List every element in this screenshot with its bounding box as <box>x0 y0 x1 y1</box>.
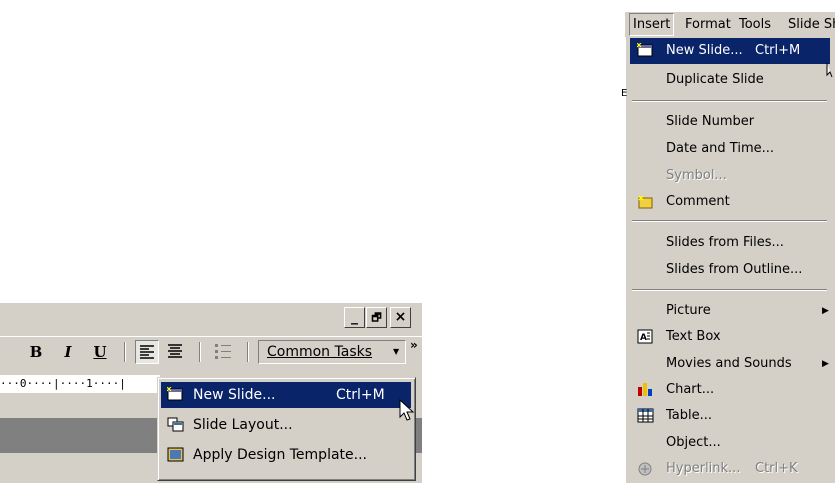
design-template-icon <box>167 447 184 462</box>
menu-item-date-and-time[interactable]: Date and Time... <box>630 136 830 162</box>
italic-button[interactable]: I <box>58 341 78 363</box>
menu-item-new-slide[interactable]: New Slide... Ctrl+M <box>630 38 830 64</box>
align-left-icon <box>140 345 154 359</box>
menu-item-slides-from-outline[interactable]: Slides from Outline... <box>630 257 830 283</box>
toolbar-separator <box>247 342 249 362</box>
close-button[interactable]: × <box>390 307 411 328</box>
background-text-fragment: E <box>621 88 628 99</box>
menu-item-movies-and-sounds[interactable]: Movies and Sounds ▶ <box>630 351 830 377</box>
menu-item-text-box[interactable]: A Text Box <box>630 324 830 350</box>
table-icon <box>637 408 654 423</box>
menu-item-slides-from-files[interactable]: Slides from Files... <box>630 230 830 256</box>
shortcut-label: Ctrl+M <box>336 387 385 403</box>
menu-item-label: Picture <box>666 303 711 318</box>
menu-item-chart[interactable]: Chart... <box>630 377 830 403</box>
menu-item-new-slide[interactable]: New Slide... Ctrl+M <box>161 382 411 408</box>
underline-button[interactable]: U <box>90 341 110 363</box>
toolbar-separator <box>199 342 201 362</box>
bullets-icon <box>215 344 231 359</box>
restore-button[interactable]: 🗗 <box>366 307 387 328</box>
menu-item-label: Date and Time... <box>666 141 775 156</box>
new-slide-icon <box>637 43 653 57</box>
formatting-toolbar: B I U Common Tasks ▼ » <box>0 336 422 367</box>
menu-item-label: Slides from Outline... <box>666 262 803 277</box>
menu-item-label: Slide Layout... <box>193 417 293 433</box>
window-caption-bar: _ 🗗 × <box>0 303 422 334</box>
center-button[interactable] <box>164 340 188 364</box>
chart-icon <box>638 383 652 396</box>
menu-item-label: New Slide... <box>666 43 743 58</box>
menu-item-apply-design-template[interactable]: Apply Design Template... <box>161 442 411 468</box>
common-tasks-label: Common Tasks <box>267 344 373 360</box>
bold-button[interactable]: B <box>26 341 46 363</box>
hyperlink-icon <box>638 462 652 476</box>
close-icon: × <box>394 309 407 325</box>
mouse-cursor-icon <box>826 63 833 78</box>
menu-item-label: Table... <box>666 408 713 423</box>
minimize-icon: _ <box>351 309 358 325</box>
restore-icon: 🗗 <box>371 311 382 324</box>
insert-menu: New Slide... Ctrl+M Duplicate Slide Slid… <box>625 37 835 483</box>
menu-item-comment[interactable]: Comment <box>630 189 830 215</box>
align-left-button[interactable] <box>135 340 159 364</box>
menu-item-slide-layout[interactable]: Slide Layout... <box>161 412 411 438</box>
menu-separator <box>632 220 827 222</box>
new-slide-icon <box>167 387 183 401</box>
common-tasks-menu: New Slide... Ctrl+M Slide Layout... Appl… <box>157 377 416 481</box>
menu-item-label: Comment <box>666 194 730 209</box>
menu-insert[interactable]: Insert <box>629 13 675 36</box>
toolbar-separator <box>124 342 126 362</box>
horizontal-ruler: ···0····|····1····| <box>0 375 160 393</box>
svg-text:A: A <box>640 333 647 343</box>
text-box-icon: A <box>637 329 653 344</box>
bullets-button[interactable] <box>212 340 236 364</box>
menu-item-label: Duplicate Slide <box>666 72 764 87</box>
menu-item-label: Symbol... <box>666 168 727 183</box>
menu-item-label: Movies and Sounds <box>666 356 792 371</box>
shortcut-label: Ctrl+K <box>755 461 798 476</box>
menu-item-hyperlink[interactable]: Hyperlink... Ctrl+K <box>630 456 830 482</box>
mouse-cursor-icon <box>399 399 415 421</box>
menu-item-picture[interactable]: Picture ▶ <box>630 298 830 324</box>
menu-tools[interactable]: Tools <box>739 12 771 37</box>
menu-item-label: Hyperlink... <box>666 461 741 476</box>
menu-item-object[interactable]: Object... <box>630 430 830 456</box>
submenu-arrow-icon: ▶ <box>822 306 829 316</box>
menu-item-table[interactable]: Table... <box>630 403 830 429</box>
slide-layout-icon <box>167 417 184 432</box>
menu-item-label: Object... <box>666 435 721 450</box>
menu-item-label: Apply Design Template... <box>193 447 367 463</box>
submenu-arrow-icon: ▶ <box>822 359 829 369</box>
menu-item-symbol[interactable]: Symbol... <box>630 163 830 189</box>
shortcut-label: Ctrl+M <box>755 43 801 58</box>
menu-item-duplicate-slide[interactable]: Duplicate Slide <box>630 67 830 93</box>
menu-item-label: Slides from Files... <box>666 235 784 250</box>
menu-separator <box>632 100 827 102</box>
dropdown-arrow-icon: ▼ <box>393 347 400 356</box>
menu-separator <box>632 289 827 291</box>
menu-item-label: New Slide... <box>193 387 276 403</box>
menu-item-slide-number[interactable]: Slide Number <box>630 109 830 135</box>
chevron-more-icon: » <box>410 338 418 352</box>
comment-icon <box>638 195 653 209</box>
menu-item-label: Slide Number <box>666 114 755 129</box>
menu-bar: Insert Format Tools Slide Show <box>625 12 835 37</box>
common-tasks-button[interactable]: Common Tasks ▼ <box>258 340 406 364</box>
align-center-icon <box>168 344 182 358</box>
menu-slide-show[interactable]: Slide Show <box>788 12 835 37</box>
toolbar-options-button[interactable]: » <box>410 339 418 351</box>
menu-format[interactable]: Format <box>685 12 731 37</box>
menu-item-label: Chart... <box>666 382 715 397</box>
minimize-button[interactable]: _ <box>344 307 365 328</box>
menu-item-label: Text Box <box>666 329 721 344</box>
